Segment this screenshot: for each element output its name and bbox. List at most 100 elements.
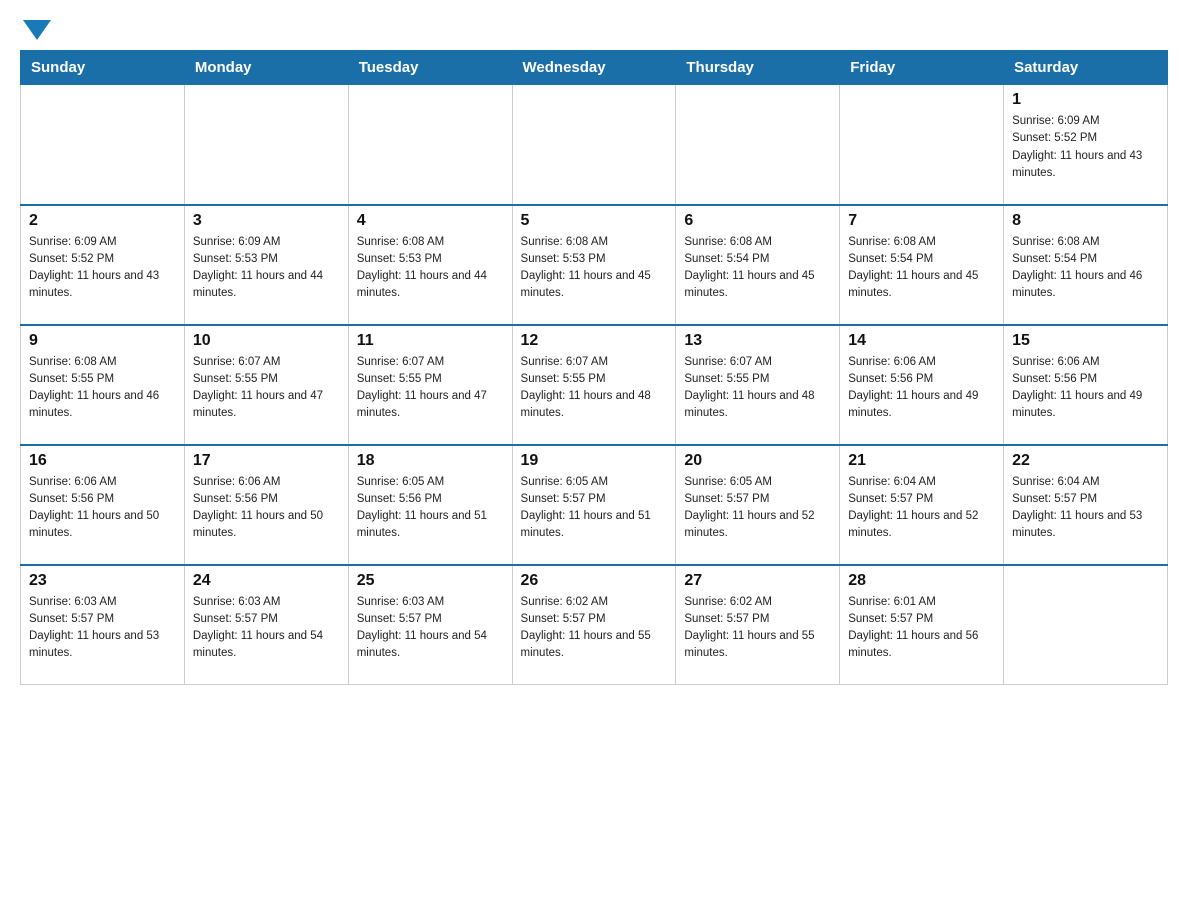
calendar-cell: 17 Sunrise: 6:06 AMSunset: 5:56 PMDayligh… <box>184 445 348 565</box>
day-number: 23 <box>29 572 176 590</box>
calendar-cell: 4 Sunrise: 6:08 AMSunset: 5:53 PMDaylight… <box>348 205 512 325</box>
calendar-cell: 18 Sunrise: 6:05 AMSunset: 5:56 PMDayligh… <box>348 445 512 565</box>
day-info: Sunrise: 6:07 AMSunset: 5:55 PMDaylight:… <box>684 354 831 423</box>
calendar-header-monday: Monday <box>184 51 348 85</box>
day-info: Sunrise: 6:05 AMSunset: 5:57 PMDaylight:… <box>684 474 831 543</box>
day-number: 19 <box>521 452 668 470</box>
calendar-cell: 12 Sunrise: 6:07 AMSunset: 5:55 PMDayligh… <box>512 325 676 445</box>
day-info: Sunrise: 6:08 AMSunset: 5:53 PMDaylight:… <box>521 234 668 303</box>
calendar-week-1: 1Sunrise: 6:09 AMSunset: 5:52 PMDaylight… <box>21 85 1168 205</box>
day-number: 13 <box>684 332 831 350</box>
day-info: Sunrise: 6:09 AMSunset: 5:53 PMDaylight:… <box>193 234 340 303</box>
calendar-cell: 9 Sunrise: 6:08 AMSunset: 5:55 PMDaylight… <box>21 325 185 445</box>
day-number: 25 <box>357 572 504 590</box>
day-number: 12 <box>521 332 668 350</box>
day-info: Sunrise: 6:08 AMSunset: 5:54 PMDaylight:… <box>684 234 831 303</box>
day-info: Sunrise: 6:04 AMSunset: 5:57 PMDaylight:… <box>848 474 995 543</box>
day-info: Sunrise: 6:05 AMSunset: 5:56 PMDaylight:… <box>357 474 504 543</box>
day-info: Sunrise: 6:03 AMSunset: 5:57 PMDaylight:… <box>193 594 340 663</box>
day-info: Sunrise: 6:07 AMSunset: 5:55 PMDaylight:… <box>521 354 668 423</box>
calendar-header-thursday: Thursday <box>676 51 840 85</box>
calendar-cell <box>1004 565 1168 685</box>
day-number: 18 <box>357 452 504 470</box>
day-number: 4 <box>357 212 504 230</box>
day-number: 10 <box>193 332 340 350</box>
calendar-cell: 26 Sunrise: 6:02 AMSunset: 5:57 PMDayligh… <box>512 565 676 685</box>
day-info: Sunrise: 6:08 AMSunset: 5:55 PMDaylight:… <box>29 354 176 423</box>
calendar-cell: 2 Sunrise: 6:09 AMSunset: 5:52 PMDaylight… <box>21 205 185 325</box>
day-info: Sunrise: 6:02 AMSunset: 5:57 PMDaylight:… <box>684 594 831 663</box>
calendar-cell <box>21 85 185 205</box>
day-info: Sunrise: 6:04 AMSunset: 5:57 PMDaylight:… <box>1012 474 1159 543</box>
calendar-header-sunday: Sunday <box>21 51 185 85</box>
calendar-header-wednesday: Wednesday <box>512 51 676 85</box>
day-info: Sunrise: 6:01 AMSunset: 5:57 PMDaylight:… <box>848 594 995 663</box>
day-info: Sunrise: 6:09 AMSunset: 5:52 PMDaylight:… <box>29 234 176 303</box>
calendar-cell: 24 Sunrise: 6:03 AMSunset: 5:57 PMDayligh… <box>184 565 348 685</box>
calendar-cell: 27 Sunrise: 6:02 AMSunset: 5:57 PMDayligh… <box>676 565 840 685</box>
calendar-cell: 3 Sunrise: 6:09 AMSunset: 5:53 PMDaylight… <box>184 205 348 325</box>
day-info: Sunrise: 6:06 AMSunset: 5:56 PMDaylight:… <box>193 474 340 543</box>
calendar-cell: 22 Sunrise: 6:04 AMSunset: 5:57 PMDayligh… <box>1004 445 1168 565</box>
calendar-cell: 25 Sunrise: 6:03 AMSunset: 5:57 PMDayligh… <box>348 565 512 685</box>
day-number: 22 <box>1012 452 1159 470</box>
day-number: 5 <box>521 212 668 230</box>
day-number: 8 <box>1012 212 1159 230</box>
calendar-cell: 21 Sunrise: 6:04 AMSunset: 5:57 PMDayligh… <box>840 445 1004 565</box>
calendar-table: SundayMondayTuesdayWednesdayThursdayFrid… <box>20 50 1168 685</box>
day-info: Sunrise: 6:08 AMSunset: 5:53 PMDaylight:… <box>357 234 504 303</box>
calendar-header-saturday: Saturday <box>1004 51 1168 85</box>
logo-arrow-icon <box>23 20 51 40</box>
day-info: Sunrise: 6:03 AMSunset: 5:57 PMDaylight:… <box>29 594 176 663</box>
day-number: 17 <box>193 452 340 470</box>
calendar-header-tuesday: Tuesday <box>348 51 512 85</box>
calendar-week-4: 16 Sunrise: 6:06 AMSunset: 5:56 PMDayligh… <box>21 445 1168 565</box>
day-number: 7 <box>848 212 995 230</box>
calendar-cell: 14 Sunrise: 6:06 AMSunset: 5:56 PMDayligh… <box>840 325 1004 445</box>
day-number: 2 <box>29 212 176 230</box>
day-number: 21 <box>848 452 995 470</box>
calendar-header-row: SundayMondayTuesdayWednesdayThursdayFrid… <box>21 51 1168 85</box>
calendar-cell: 10 Sunrise: 6:07 AMSunset: 5:55 PMDayligh… <box>184 325 348 445</box>
calendar-cell <box>184 85 348 205</box>
day-number: 28 <box>848 572 995 590</box>
day-number: 26 <box>521 572 668 590</box>
calendar-cell <box>512 85 676 205</box>
calendar-cell: 19 Sunrise: 6:05 AMSunset: 5:57 PMDayligh… <box>512 445 676 565</box>
day-info: Sunrise: 6:07 AMSunset: 5:55 PMDaylight:… <box>193 354 340 423</box>
calendar-header-friday: Friday <box>840 51 1004 85</box>
day-number: 11 <box>357 332 504 350</box>
day-number: 3 <box>193 212 340 230</box>
calendar-week-3: 9 Sunrise: 6:08 AMSunset: 5:55 PMDaylight… <box>21 325 1168 445</box>
calendar-cell: 1Sunrise: 6:09 AMSunset: 5:52 PMDaylight… <box>1004 85 1168 205</box>
day-number: 6 <box>684 212 831 230</box>
day-info: Sunrise: 6:07 AMSunset: 5:55 PMDaylight:… <box>357 354 504 423</box>
calendar-cell: 15 Sunrise: 6:06 AMSunset: 5:56 PMDayligh… <box>1004 325 1168 445</box>
calendar-cell: 23 Sunrise: 6:03 AMSunset: 5:57 PMDayligh… <box>21 565 185 685</box>
day-info: Sunrise: 6:08 AMSunset: 5:54 PMDaylight:… <box>848 234 995 303</box>
calendar-week-2: 2 Sunrise: 6:09 AMSunset: 5:52 PMDaylight… <box>21 205 1168 325</box>
day-info: Sunrise: 6:06 AMSunset: 5:56 PMDaylight:… <box>848 354 995 423</box>
day-number: 24 <box>193 572 340 590</box>
calendar-cell: 8 Sunrise: 6:08 AMSunset: 5:54 PMDaylight… <box>1004 205 1168 325</box>
day-info: Sunrise: 6:06 AMSunset: 5:56 PMDaylight:… <box>29 474 176 543</box>
day-number: 27 <box>684 572 831 590</box>
day-number: 15 <box>1012 332 1159 350</box>
calendar-cell <box>840 85 1004 205</box>
day-info: Sunrise: 6:03 AMSunset: 5:57 PMDaylight:… <box>357 594 504 663</box>
day-info: Sunrise: 6:06 AMSunset: 5:56 PMDaylight:… <box>1012 354 1159 423</box>
day-number: 16 <box>29 452 176 470</box>
calendar-cell: 5 Sunrise: 6:08 AMSunset: 5:53 PMDaylight… <box>512 205 676 325</box>
day-number: 9 <box>29 332 176 350</box>
calendar-week-5: 23 Sunrise: 6:03 AMSunset: 5:57 PMDayligh… <box>21 565 1168 685</box>
day-info: Sunrise: 6:05 AMSunset: 5:57 PMDaylight:… <box>521 474 668 543</box>
calendar-cell: 11 Sunrise: 6:07 AMSunset: 5:55 PMDayligh… <box>348 325 512 445</box>
day-info: Sunrise: 6:08 AMSunset: 5:54 PMDaylight:… <box>1012 234 1159 303</box>
day-number: 20 <box>684 452 831 470</box>
calendar-cell: 28 Sunrise: 6:01 AMSunset: 5:57 PMDayligh… <box>840 565 1004 685</box>
day-info: Sunrise: 6:02 AMSunset: 5:57 PMDaylight:… <box>521 594 668 663</box>
calendar-cell <box>676 85 840 205</box>
day-number: 14 <box>848 332 995 350</box>
calendar-cell: 6 Sunrise: 6:08 AMSunset: 5:54 PMDaylight… <box>676 205 840 325</box>
day-number: 1 <box>1012 91 1159 109</box>
